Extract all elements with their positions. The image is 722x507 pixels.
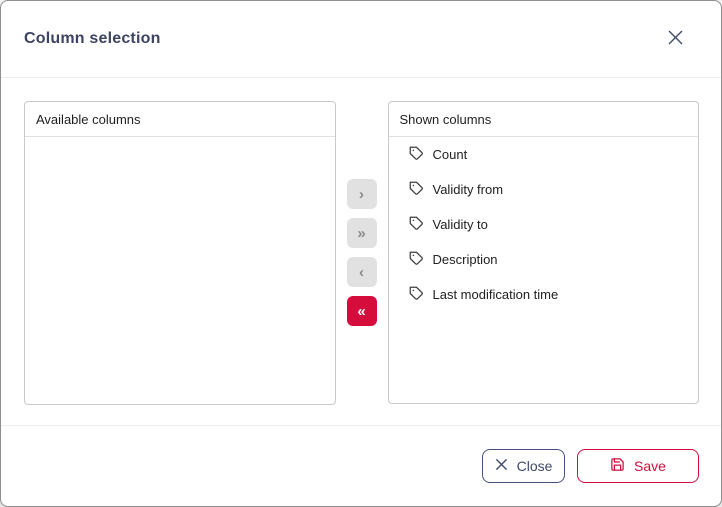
close-button[interactable]: Close	[482, 449, 565, 483]
list-item-label: Last modification time	[433, 287, 559, 302]
tag-icon	[409, 286, 424, 304]
tag-icon	[409, 181, 424, 199]
available-columns-list[interactable]	[25, 137, 335, 404]
chevron-right-icon: ›	[359, 187, 364, 202]
list-item[interactable]: Description	[389, 242, 699, 277]
column-selection-dialog: Column selection Available columns › » ‹	[0, 0, 722, 507]
list-item-label: Description	[433, 252, 498, 267]
list-item-label: Validity from	[433, 182, 504, 197]
move-all-left-button[interactable]: «	[347, 296, 377, 326]
dialog-header: Column selection	[1, 1, 721, 78]
tag-icon	[409, 216, 424, 234]
list-item[interactable]: Validity from	[389, 172, 699, 207]
tag-icon	[409, 251, 424, 269]
close-button-label: Close	[517, 458, 553, 474]
dialog-body: Available columns › » ‹ « Shown columns	[1, 78, 721, 425]
available-columns-header: Available columns	[25, 102, 335, 137]
save-button-label: Save	[634, 458, 666, 474]
move-left-button[interactable]: ‹	[347, 257, 377, 287]
move-right-button[interactable]: ›	[347, 179, 377, 209]
dialog-footer: Close Save	[1, 425, 721, 506]
double-chevron-right-icon: »	[357, 226, 365, 241]
list-item[interactable]: Count	[389, 137, 699, 172]
available-columns-panel: Available columns	[24, 101, 336, 405]
close-icon	[667, 29, 684, 49]
shown-columns-panel: Shown columns Count Validity from	[388, 101, 700, 404]
shown-columns-header: Shown columns	[389, 102, 699, 137]
close-icon	[495, 458, 508, 474]
dialog-close-button[interactable]	[663, 27, 687, 51]
double-chevron-left-icon: «	[357, 304, 365, 319]
save-button[interactable]: Save	[577, 449, 699, 483]
list-item[interactable]: Validity to	[389, 207, 699, 242]
chevron-left-icon: ‹	[359, 265, 364, 280]
transfer-buttons-column: › » ‹ «	[336, 101, 388, 425]
list-item-label: Validity to	[433, 217, 488, 232]
dialog-title: Column selection	[24, 30, 161, 48]
list-item-label: Count	[433, 147, 468, 162]
save-icon	[610, 457, 625, 475]
move-all-right-button[interactable]: »	[347, 218, 377, 248]
shown-columns-list: Count Validity from Validity to	[389, 137, 699, 403]
tag-icon	[409, 146, 424, 164]
list-item[interactable]: Last modification time	[389, 277, 699, 312]
